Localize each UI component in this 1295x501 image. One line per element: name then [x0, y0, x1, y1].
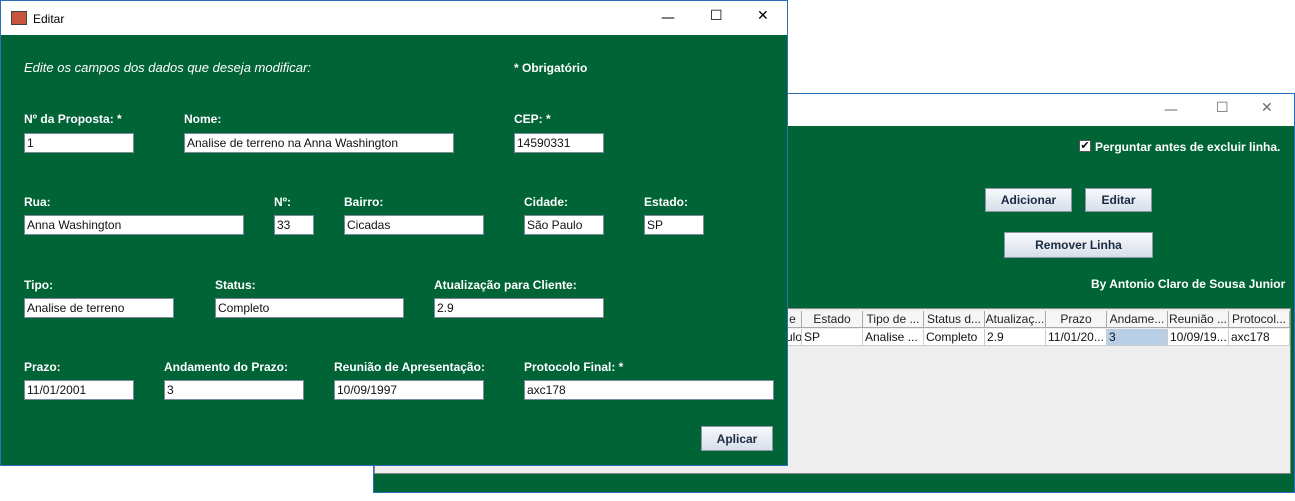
protocolo-input[interactable]: [524, 380, 774, 400]
andamento-input[interactable]: [164, 380, 304, 400]
maximize-icon[interactable]: ☐: [710, 8, 723, 24]
column-header[interactable]: Status d...: [924, 311, 985, 328]
column-header[interactable]: Prazo: [1046, 311, 1107, 328]
bairro-label: Bairro:: [344, 195, 384, 209]
table-cell[interactable]: 2.9: [985, 329, 1046, 346]
column-header[interactable]: Reunião ...: [1168, 311, 1229, 328]
prazo-input[interactable]: [24, 380, 134, 400]
table-cell[interactable]: Completo: [924, 329, 985, 346]
status-label: Status:: [215, 278, 256, 292]
cep-input[interactable]: [514, 133, 604, 153]
java-app-icon: [11, 11, 27, 25]
confirm-delete-label: Perguntar antes de excluir linha.: [1095, 140, 1281, 154]
nome-label: Nome:: [184, 112, 222, 126]
table-cell[interactable]: SP: [802, 329, 863, 346]
minimize-icon[interactable]: —: [661, 10, 675, 26]
maximize-icon[interactable]: ☐: [1216, 100, 1229, 116]
reuniao-label: Reunião de Apresentação:: [334, 360, 485, 374]
bairro-input[interactable]: [344, 215, 484, 235]
table-cell[interactable]: axc178: [1229, 329, 1290, 346]
close-icon[interactable]: ✕: [757, 8, 769, 24]
minimize-icon[interactable]: —: [1164, 102, 1178, 118]
required-note: * Obrigatório: [514, 61, 588, 75]
author-label: By Antonio Claro de Sousa Junior: [1091, 277, 1286, 291]
cidade-input[interactable]: [524, 215, 604, 235]
table-cell[interactable]: 11/01/20...: [1046, 329, 1107, 346]
column-header[interactable]: Estado: [802, 311, 863, 328]
protocolo-label: Protocolo Final: *: [524, 360, 624, 374]
cep-label: CEP: *: [514, 112, 551, 126]
column-header[interactable]: Andame...: [1107, 311, 1168, 328]
add-button[interactable]: Adicionar: [985, 188, 1072, 212]
edit-dialog: Editar — ☐ ✕ Edite os campos dos dados q…: [0, 0, 788, 466]
estado-input[interactable]: [644, 215, 704, 235]
tipo-label: Tipo:: [24, 278, 54, 292]
cidade-label: Cidade:: [524, 195, 569, 209]
rua-label: Rua:: [24, 195, 51, 209]
confirm-delete-checkbox[interactable]: ✔: [1079, 140, 1091, 152]
apply-button[interactable]: Aplicar: [701, 426, 773, 451]
prazo-label: Prazo:: [24, 360, 61, 374]
proposta-label: Nº da Proposta: *: [24, 112, 122, 126]
atualizacao-label: Atualização para Cliente:: [434, 278, 577, 292]
column-header[interactable]: Atualizaç...: [985, 311, 1046, 328]
column-header[interactable]: Tipo de ...: [863, 311, 924, 328]
table-cell[interactable]: 10/09/19...: [1168, 329, 1229, 346]
estado-label: Estado:: [644, 195, 689, 209]
reuniao-input[interactable]: [334, 380, 484, 400]
table-cell[interactable]: Analise ...: [863, 329, 924, 346]
numero-input[interactable]: [274, 215, 314, 235]
table-cell-selected[interactable]: 3: [1107, 329, 1168, 346]
andamento-label: Andamento do Prazo:: [164, 360, 289, 374]
instructions-text: Edite os campos dos dados que deseja mod…: [24, 60, 311, 75]
remove-row-button[interactable]: Remover Linha: [1004, 232, 1153, 258]
numero-label: Nº:: [274, 195, 292, 209]
rua-input[interactable]: [24, 215, 244, 235]
atualizacao-input[interactable]: [434, 298, 604, 318]
edit-dialog-titlebar: Editar — ☐ ✕: [1, 1, 787, 35]
close-icon[interactable]: ✕: [1261, 100, 1273, 116]
column-header[interactable]: Protocol...: [1229, 311, 1290, 328]
nome-input[interactable]: [184, 133, 454, 153]
proposta-input[interactable]: [24, 133, 134, 153]
window-title: Editar: [33, 12, 65, 26]
edit-button[interactable]: Editar: [1085, 188, 1152, 212]
tipo-input[interactable]: [24, 298, 174, 318]
status-input[interactable]: [215, 298, 404, 318]
